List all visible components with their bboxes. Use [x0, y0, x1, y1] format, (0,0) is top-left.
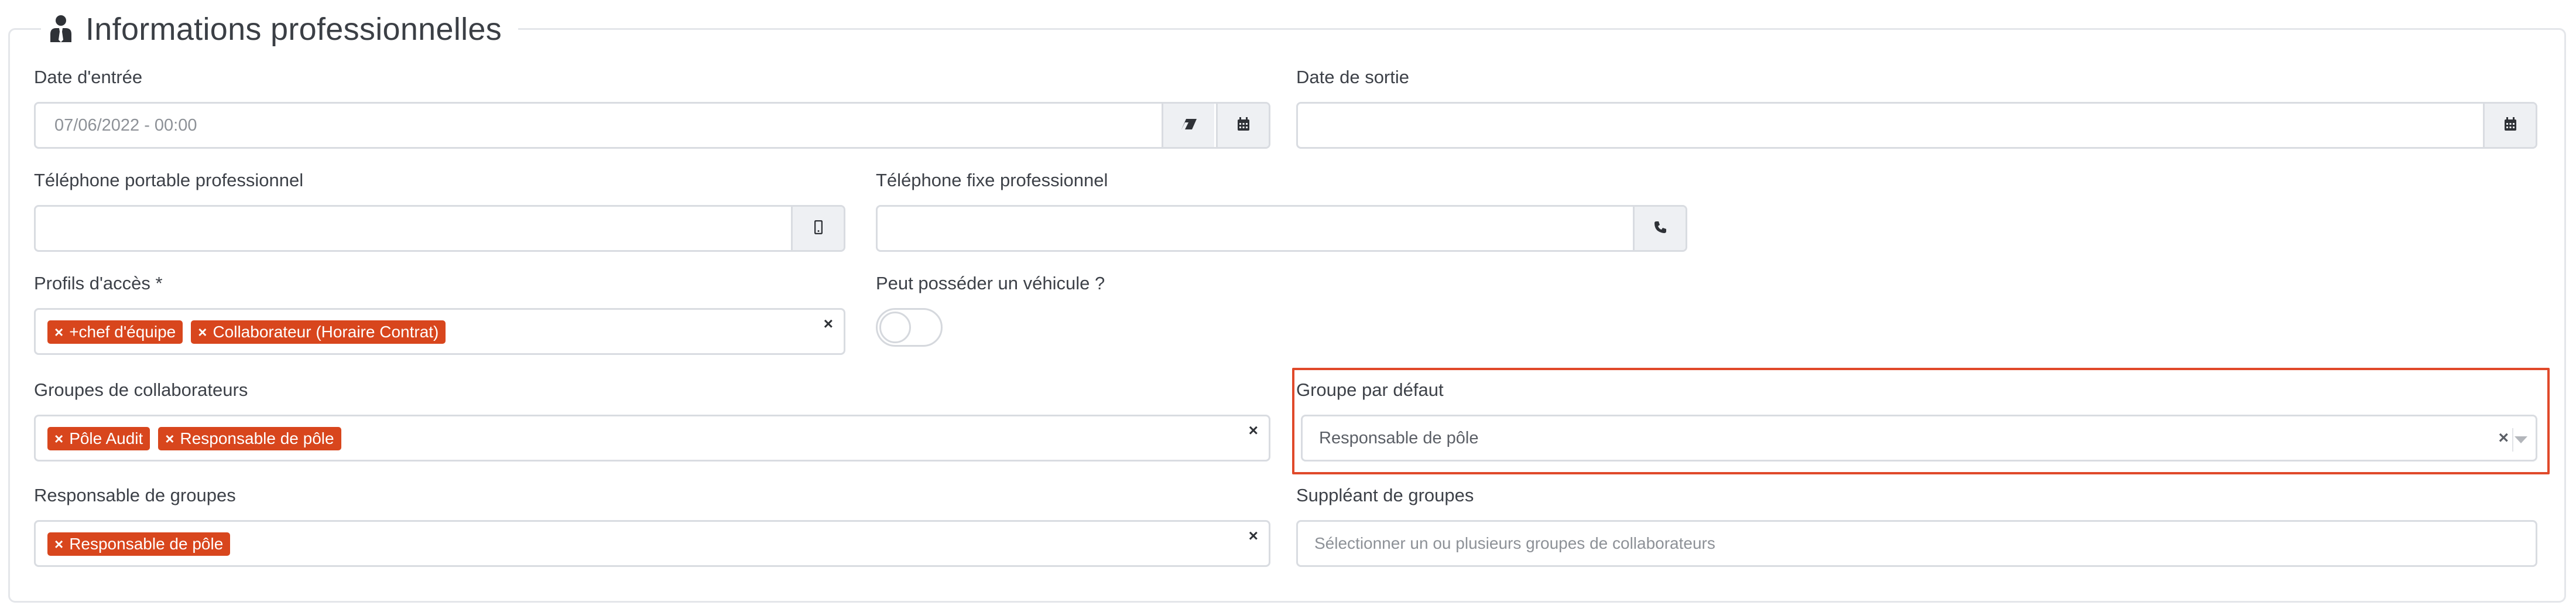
suppleant-label: Suppléant de groupes	[1296, 485, 1474, 505]
date-sortie-input[interactable]	[1296, 102, 2537, 149]
calendar-icon	[1237, 117, 1250, 134]
groupe-tag-responsable[interactable]: × Responsable de pôle	[158, 427, 341, 450]
tag-label: Responsable de pôle	[69, 535, 224, 553]
date-entree-calendar-button[interactable]	[1216, 104, 1269, 147]
section-legend: Informations professionnelles	[41, 0, 519, 59]
tel-fixe-label: Téléphone fixe professionnel	[876, 170, 1108, 190]
mobile-addon	[791, 207, 844, 250]
groupe-defaut-value: Responsable de pôle	[1319, 428, 1479, 447]
groupes-clear-icon[interactable]: ×	[1249, 421, 1258, 440]
select-separator	[2512, 428, 2513, 452]
responsable-clear-icon[interactable]: ×	[1249, 527, 1258, 545]
responsable-tag[interactable]: × Responsable de pôle	[47, 532, 231, 556]
groupes-multiselect[interactable]: × Pôle Audit × Responsable de pôle ×	[34, 415, 1270, 462]
date-sortie-calendar-button[interactable]	[2483, 104, 2536, 147]
eraser-icon	[1180, 118, 1198, 134]
date-entree-value: 07/06/2022 - 00:00	[54, 115, 197, 135]
groupes-label: Groupes de collaborateurs	[34, 380, 248, 400]
tel-fixe-input[interactable]	[876, 205, 1687, 252]
calendar-icon	[2504, 117, 2517, 134]
date-entree-input[interactable]: 07/06/2022 - 00:00	[34, 102, 1270, 149]
phone-addon	[1633, 207, 1686, 250]
vehicule-label: Peut posséder un véhicule ?	[876, 273, 1105, 293]
profil-tag-chef[interactable]: × +chef d'équipe	[47, 320, 183, 344]
chevron-down-icon[interactable]	[2515, 436, 2527, 443]
tel-portable-label: Téléphone portable professionnel	[34, 170, 304, 190]
profil-tag-collaborateur[interactable]: × Collaborateur (Horaire Contrat)	[191, 320, 446, 344]
groupe-defaut-clear-icon[interactable]: ×	[2498, 416, 2509, 460]
responsable-label: Responsable de groupes	[34, 485, 236, 505]
tag-remove-icon[interactable]: ×	[54, 535, 63, 553]
tag-remove-icon[interactable]: ×	[54, 430, 63, 448]
tag-remove-icon[interactable]: ×	[54, 323, 63, 341]
profils-multiselect[interactable]: × +chef d'équipe × Collaborateur (Horair…	[34, 308, 845, 355]
tel-portable-input[interactable]	[34, 205, 845, 252]
tag-label: +chef d'équipe	[69, 323, 176, 341]
vehicule-toggle[interactable]	[876, 308, 943, 347]
groupe-tag-pole-audit[interactable]: × Pôle Audit	[47, 427, 150, 450]
suppleant-multiselect[interactable]: Sélectionner un ou plusieurs groupes de …	[1296, 520, 2537, 567]
tag-label: Responsable de pôle	[180, 429, 334, 447]
date-entree-label: Date d'entrée	[34, 67, 143, 87]
user-tie-icon	[49, 14, 73, 45]
tag-label: Collaborateur (Horaire Contrat)	[213, 323, 439, 341]
suppleant-placeholder: Sélectionner un ou plusieurs groupes de …	[1314, 534, 1715, 552]
responsable-multiselect[interactable]: × Responsable de pôle ×	[34, 520, 1270, 567]
date-sortie-label: Date de sortie	[1296, 67, 1409, 87]
tag-remove-icon[interactable]: ×	[198, 323, 207, 341]
section-title: Informations professionnelles	[85, 12, 502, 47]
tag-label: Pôle Audit	[69, 429, 143, 447]
toggle-knob	[879, 312, 911, 343]
groupe-defaut-select[interactable]: Responsable de pôle ×	[1301, 415, 2537, 462]
groupe-defaut-label: Groupe par défaut	[1296, 380, 1444, 400]
phone-icon	[1653, 220, 1667, 237]
mobile-icon	[814, 220, 823, 237]
tag-remove-icon[interactable]: ×	[165, 430, 174, 448]
profils-label: Profils d'accès *	[34, 273, 163, 293]
eraser-button[interactable]	[1162, 104, 1214, 147]
profils-clear-icon[interactable]: ×	[824, 315, 833, 333]
